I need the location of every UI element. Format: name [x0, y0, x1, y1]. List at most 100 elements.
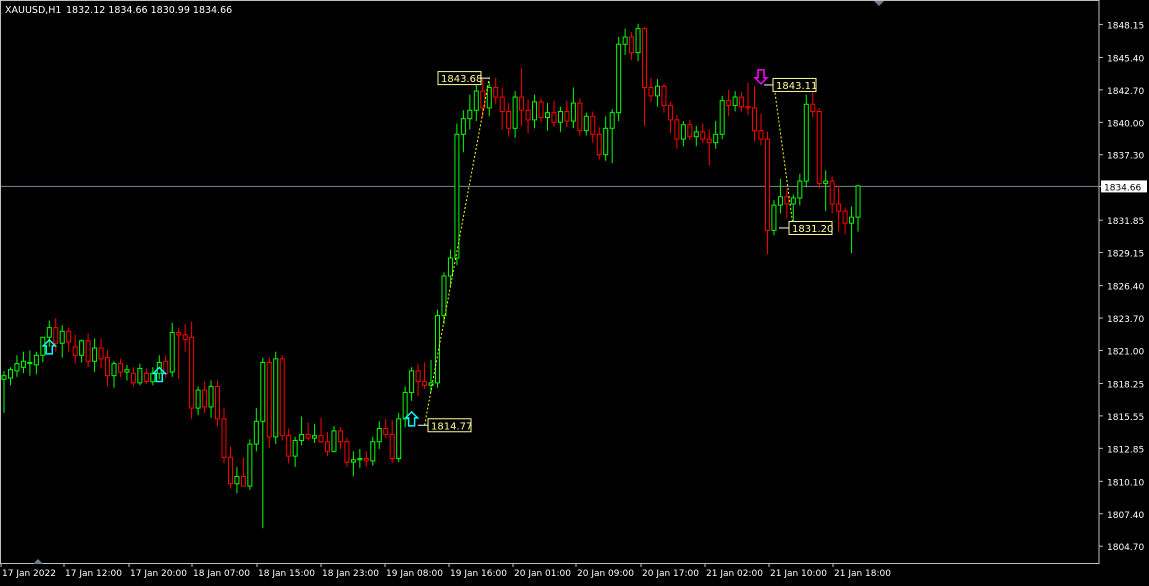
candle [27, 350, 33, 376]
candle-body [363, 458, 369, 462]
x-tick-label: 21 Jan 18:00 [834, 569, 891, 579]
candle-body [499, 96, 505, 112]
x-tick-label: 20 Jan 09:00 [577, 569, 634, 579]
candle [590, 111, 596, 143]
candle [396, 412, 402, 463]
candle-body [150, 372, 156, 383]
candle-body [117, 363, 123, 373]
candle [402, 386, 408, 428]
candle-body [493, 86, 499, 98]
candle [124, 364, 130, 381]
chart-header: XAUUSD,H1 1832.12 1834.66 1830.99 1834.6… [5, 5, 232, 16]
candle-body [551, 112, 557, 123]
candle-body [305, 434, 311, 439]
candle-body [629, 36, 635, 54]
candle [428, 360, 434, 393]
candle [616, 37, 622, 122]
candle-body [124, 369, 130, 373]
candle [111, 361, 117, 388]
candle-body [635, 28, 641, 54]
ohlc-readout: 1832.12 1834.66 1830.99 1834.66 [66, 5, 232, 16]
candle [292, 436, 298, 467]
candle-body [810, 103, 816, 112]
candle [234, 466, 240, 494]
candle [253, 408, 259, 452]
candle-body [286, 435, 292, 457]
price-label-text: 1814.77 [431, 421, 472, 432]
candle-body [661, 85, 667, 106]
candle [758, 113, 764, 146]
candle [771, 200, 777, 236]
x-tick-label: 21 Jan 02:00 [706, 569, 763, 579]
candle-body [240, 476, 246, 487]
candle [14, 355, 20, 377]
candle-body [849, 216, 855, 224]
candle [855, 184, 861, 232]
candle [305, 422, 311, 441]
candle [117, 358, 123, 377]
candle-body [344, 441, 350, 463]
candle-body [583, 115, 589, 132]
candle-body [654, 85, 660, 97]
candle [506, 103, 512, 137]
candle [85, 333, 91, 368]
candle-body [732, 96, 738, 106]
candle-body [790, 197, 796, 205]
candle-body [454, 133, 460, 259]
candle-body [648, 86, 654, 97]
y-tick-label: 1831.85 [1107, 217, 1144, 227]
candle-body [221, 418, 227, 458]
candle [473, 83, 479, 122]
candle-body [7, 369, 13, 379]
price-axis[interactable]: 1848.15 1845.40 1842.70 1840.00 1837.30 1834.… [1099, 21, 1147, 553]
candle [409, 367, 415, 401]
candle [577, 98, 583, 136]
candle-body [111, 363, 117, 377]
candle [810, 88, 816, 118]
chart-canvas[interactable]: 1843.68 1814.77 1843.11 1831.20 1848.15 1845… [0, 0, 1149, 582]
candle [92, 338, 98, 373]
candle-body [20, 360, 26, 368]
candle-body [777, 196, 783, 206]
candle-body [163, 360, 169, 374]
candle-body [331, 430, 337, 452]
y-tick-label: 1826.40 [1107, 283, 1144, 293]
candle [532, 94, 538, 129]
candle-body [577, 102, 583, 132]
candle [706, 129, 712, 166]
candle-body [79, 340, 85, 356]
candle [40, 336, 46, 363]
candle [603, 116, 609, 161]
candle-body [195, 389, 201, 409]
candle-body [409, 370, 415, 393]
candle-body [33, 354, 39, 366]
time-axis[interactable]: 17 Jan 2022 17 Jan 12:00 17 Jan 20:00 18 Ja… [0, 563, 891, 579]
candle [752, 86, 758, 142]
candle-body [137, 367, 143, 384]
price-label-text: 1843.68 [441, 74, 482, 85]
candle [557, 106, 563, 132]
candle [279, 355, 285, 441]
candle-body [557, 110, 563, 123]
price-chart[interactable]: 1843.68 1814.77 1843.11 1831.20 1848.15 1845… [0, 0, 1149, 582]
candle [648, 77, 654, 102]
candle-body [273, 358, 279, 438]
candle-body [538, 101, 544, 118]
candle [79, 339, 85, 363]
candle-body [739, 96, 745, 108]
candle-body [53, 327, 59, 344]
candle [7, 367, 13, 386]
candle [195, 386, 201, 416]
candle [260, 357, 266, 529]
x-tick-label: 18 Jan 15:00 [258, 569, 315, 579]
y-tick-label: 1810.10 [1107, 478, 1144, 488]
candle [273, 351, 279, 445]
candle-body [105, 357, 111, 377]
candle [823, 170, 829, 212]
x-tick-label: 19 Jan 16:00 [450, 569, 507, 579]
candle [467, 94, 473, 130]
trend-line [773, 84, 794, 229]
candle [137, 363, 143, 386]
candle-body [357, 458, 363, 461]
candle-body [234, 476, 240, 485]
